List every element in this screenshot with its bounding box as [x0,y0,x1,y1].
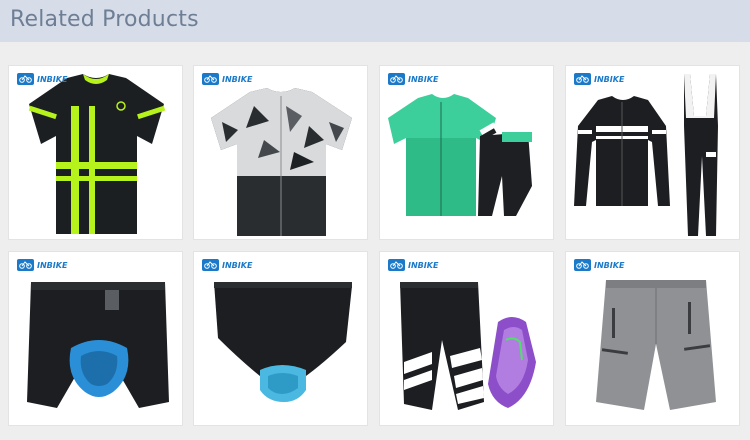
brand-logo: INBIKE [388,73,446,85]
long-sleeve-set-icon [574,74,718,236]
product-card-mint-set[interactable]: INBIKE [379,65,554,240]
cycling-shorts-icon [400,282,536,410]
product-card-padded-shorts[interactable]: INBIKE [8,251,183,426]
short-sleeve-jersey-icon [211,88,352,236]
bike-icon [574,73,591,85]
bike-icon [202,73,219,85]
product-card-baggy-shorts[interactable]: INBIKE [565,251,740,426]
product-grid: INBIKE INBIKE INBIKE INBIKE INBIKE INBIK… [0,58,750,440]
baggy-shorts-icon [596,280,716,410]
padded-briefs-icon [214,282,352,402]
brand-logo: INBIKE [202,73,260,85]
bike-icon [574,259,591,271]
brand-logo: INBIKE [17,259,75,271]
bike-icon [388,73,405,85]
bike-icon [17,73,34,85]
product-card-padded-briefs[interactable]: INBIKE [193,251,368,426]
product-card-long-sleeve-set[interactable]: INBIKE [565,65,740,240]
bike-icon [388,259,405,271]
jersey-shorts-set-icon [388,94,532,216]
bike-icon [202,259,219,271]
section-header: Related Products [0,0,750,42]
bike-icon [17,259,34,271]
product-card-geometric-jersey[interactable]: INBIKE [193,65,368,240]
brand-logo: INBIKE [388,259,446,271]
short-sleeve-jersey-icon [28,74,166,234]
product-card-cycling-shorts[interactable]: INBIKE [379,251,554,426]
section-title: Related Products [10,7,199,32]
brand-logo: INBIKE [574,259,632,271]
brand-logo: INBIKE [574,73,632,85]
product-card-neon-jersey[interactable]: INBIKE [8,65,183,240]
padded-shorts-icon [27,282,169,408]
brand-logo: INBIKE [202,259,260,271]
brand-logo: INBIKE [17,73,75,85]
